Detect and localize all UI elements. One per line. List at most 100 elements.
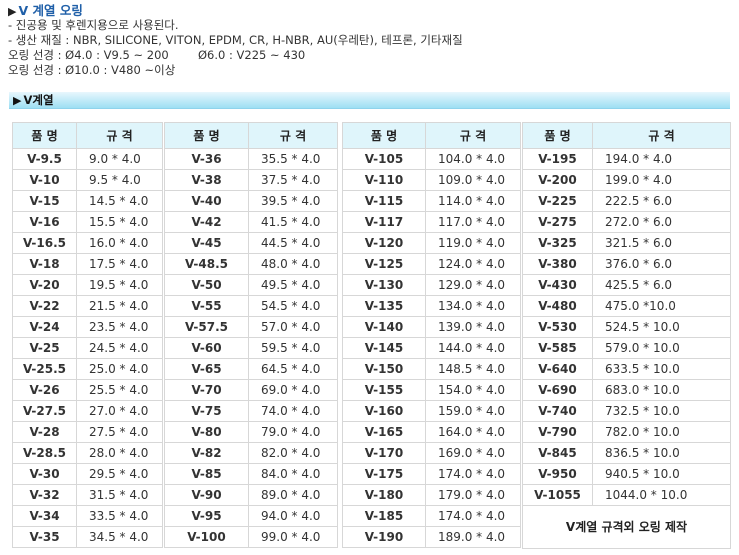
table-row: V-28 27.5 * 4.0	[12, 421, 163, 443]
header-name: 품 명	[522, 122, 593, 149]
part-name: V-60	[164, 337, 249, 359]
part-size: 21.5 * 4.0	[76, 295, 163, 317]
part-size: 475.0 *10.0	[592, 295, 731, 317]
part-name: V-115	[342, 190, 426, 212]
part-size: 109.0 * 4.0	[425, 169, 521, 191]
table-row: V-28.5 28.0 * 4.0	[12, 442, 163, 464]
part-size: 782.0 * 10.0	[592, 421, 731, 443]
part-size: 159.0 * 4.0	[425, 400, 521, 422]
table-row: V-530 524.5 * 10.0	[522, 316, 731, 338]
part-size: 9.5 * 4.0	[76, 169, 163, 191]
part-size: 732.5 * 10.0	[592, 400, 731, 422]
part-name: V-160	[342, 400, 426, 422]
part-name: V-95	[164, 505, 249, 527]
table-row: V-16.5 16.0 * 4.0	[12, 232, 163, 254]
table-row: V-740 732.5 * 10.0	[522, 400, 731, 422]
part-size: 524.5 * 10.0	[592, 316, 731, 338]
part-size: 124.0 * 4.0	[425, 253, 521, 275]
part-size: 94.0 * 4.0	[248, 505, 338, 527]
table-row: V-105 104.0 * 4.0	[342, 148, 521, 170]
part-name: V-90	[164, 484, 249, 506]
part-size: 27.5 * 4.0	[76, 421, 163, 443]
table-row: V-20 19.5 * 4.0	[12, 274, 163, 296]
part-size: 54.5 * 4.0	[248, 295, 338, 317]
table-row: V-585 579.0 * 10.0	[522, 337, 731, 359]
part-name: V-45	[164, 232, 249, 254]
part-size: 104.0 * 4.0	[425, 148, 521, 170]
part-name: V-325	[522, 232, 593, 254]
table-row: V-15 14.5 * 4.0	[12, 190, 163, 212]
part-name: V-16	[12, 211, 77, 233]
part-size: 139.0 * 4.0	[425, 316, 521, 338]
part-size: 189.0 * 4.0	[425, 526, 521, 548]
part-name: V-27.5	[12, 400, 77, 422]
table-row: V-35 34.5 * 4.0	[12, 526, 163, 548]
table-header-row: 품 명규 격	[342, 122, 521, 149]
intro-title: ▶ V 계열 오링	[8, 3, 733, 18]
part-name: V-950	[522, 463, 593, 485]
part-name: V-24	[12, 316, 77, 338]
intro-line-cross-section-1: 오링 선경 : Ø4.0 : V9.5 ~ 200 Ø6.0 : V225 ~ …	[8, 48, 306, 62]
table-row: V-25.5 25.0 * 4.0	[12, 358, 163, 380]
part-size: 425.5 * 6.0	[592, 274, 731, 296]
part-name: V-50	[164, 274, 249, 296]
table-row: V-70 69.0 * 4.0	[164, 379, 338, 401]
part-size: 174.0 * 4.0	[425, 463, 521, 485]
section-header-bar: ▶ V계열	[9, 92, 730, 109]
table-row: V-185 174.0 * 4.0	[342, 505, 521, 527]
part-size: 84.0 * 4.0	[248, 463, 338, 485]
part-size: 23.5 * 4.0	[76, 316, 163, 338]
part-name: V-26	[12, 379, 77, 401]
part-name: V-200	[522, 169, 593, 191]
intro-line-materials: - 생산 재질 : NBR, SILICONE, VITON, EPDM, CR…	[8, 33, 463, 47]
part-name: V-20	[12, 274, 77, 296]
table-row: V-200 199.0 * 4.0	[522, 169, 731, 191]
table-row: V-50 49.5 * 4.0	[164, 274, 338, 296]
part-name: V-34	[12, 505, 77, 527]
triangle-right-icon: ▶	[13, 94, 22, 107]
part-name: V-10	[12, 169, 77, 191]
part-size: 82.0 * 4.0	[248, 442, 338, 464]
part-size: 16.0 * 4.0	[76, 232, 163, 254]
header-name: 품 명	[164, 122, 249, 149]
table-row: V-55 54.5 * 4.0	[164, 295, 338, 317]
table-row: V-16 15.5 * 4.0	[12, 211, 163, 233]
part-size: 15.5 * 4.0	[76, 211, 163, 233]
intro-section: ▶ V 계열 오링 - 진공용 및 후렌지용으로 사용된다. - 생산 재질 : …	[8, 3, 733, 78]
table-row: V-30 29.5 * 4.0	[12, 463, 163, 485]
part-size: 74.0 * 4.0	[248, 400, 338, 422]
table-row: V-27.5 27.0 * 4.0	[12, 400, 163, 422]
part-size: 37.5 * 4.0	[248, 169, 338, 191]
part-name: V-130	[342, 274, 426, 296]
part-size: 17.5 * 4.0	[76, 253, 163, 275]
part-name: V-55	[164, 295, 249, 317]
table-row: V-845 836.5 * 10.0	[522, 442, 731, 464]
part-name: V-105	[342, 148, 426, 170]
intro-title-text: V 계열 오링	[18, 3, 83, 18]
part-size: 28.0 * 4.0	[76, 442, 163, 464]
table-row: V-42 41.5 * 4.0	[164, 211, 338, 233]
table-row: V-160 159.0 * 4.0	[342, 400, 521, 422]
table-row: V-140 139.0 * 4.0	[342, 316, 521, 338]
part-size: 34.5 * 4.0	[76, 526, 163, 548]
table-row: V-480 475.0 *10.0	[522, 295, 731, 317]
part-name: V-135	[342, 295, 426, 317]
part-name: V-175	[342, 463, 426, 485]
part-name: V-22	[12, 295, 77, 317]
part-name: V-117	[342, 211, 426, 233]
table-row: V-80 79.0 * 4.0	[164, 421, 338, 443]
table-row: V-25 24.5 * 4.0	[12, 337, 163, 359]
part-size: 940.5 * 10.0	[592, 463, 731, 485]
table-row: V-60 59.5 * 4.0	[164, 337, 338, 359]
table-row: V-18 17.5 * 4.0	[12, 253, 163, 275]
part-name: V-790	[522, 421, 593, 443]
table-row: V-32 31.5 * 4.0	[12, 484, 163, 506]
table-row: V-115 114.0 * 4.0	[342, 190, 521, 212]
part-name: V-185	[342, 505, 426, 527]
part-name: V-585	[522, 337, 593, 359]
part-name: V-195	[522, 148, 593, 170]
header-size: 규 격	[248, 122, 338, 149]
part-size: 64.5 * 4.0	[248, 358, 338, 380]
header-size: 규 격	[592, 122, 731, 149]
spec-table-1: 품 명규 격 V-9.5 9.0 * 4.0 V-10 9.5 * 4.0 V-15 14.…	[12, 122, 163, 548]
